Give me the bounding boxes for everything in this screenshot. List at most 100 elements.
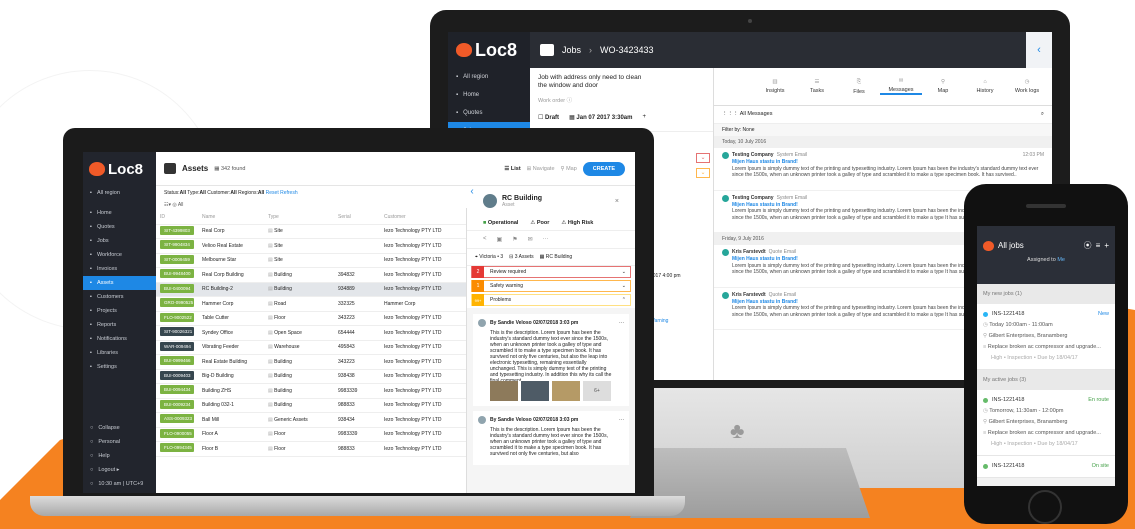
sidebar-item[interactable]: ▪ Home [83,206,156,220]
tab-history[interactable]: ⌂ History [964,79,1006,94]
asset-id-badge[interactable]: SIT-0009459 [160,254,194,264]
location-pin-icon[interactable]: ⦿ [1084,240,1092,251]
filter-label[interactable]: Filter by: None [714,124,1052,136]
job-date[interactable]: ▦ Jan 07 2017 3:30am [569,114,632,121]
table-row[interactable]: BUI-9948400 Real Corp Building ▤ Building 3… [156,268,466,283]
sidebar-item[interactable]: ▪ Projects [83,304,156,318]
table-row[interactable]: BUI-0400094 RC Building-2 ▤ Building 934889… [156,282,466,297]
add-icon[interactable]: + [1104,241,1109,250]
photo-thumbnail[interactable] [521,381,549,401]
more-icon[interactable]: ··· [543,236,549,243]
sidebar-item[interactable]: ▪ Workforce [83,248,156,262]
photo-thumbnail[interactable] [552,381,580,401]
table-row[interactable]: ASS-0009323 Ball Mill ▤ Generic Assets 9384… [156,413,466,428]
tab-messages[interactable]: ✉ Messages [880,78,922,95]
asset-id-badge[interactable]: FLO-9002522 [160,312,194,322]
column-header[interactable]: Serial [338,214,384,220]
asset-id-badge[interactable]: SIT-4399803 [160,225,194,235]
sidebar-item[interactable]: ▪ Jobs [83,234,156,248]
sidebar-item[interactable]: ○ 10:30 am | UTC+9 [83,477,156,491]
type-filter[interactable]: All [200,190,206,196]
table-row[interactable]: BUI-0094434 Building ZHS ▤ Building 9983339… [156,384,466,399]
add-person-button[interactable]: + [642,114,646,121]
view-all-toggle[interactable]: ☷▾ ◎ All [156,200,466,210]
sidebar-item[interactable]: ○ Personal [83,435,156,449]
more-icon[interactable]: ··· [619,320,624,326]
back-chevron-icon[interactable]: ‹ [466,186,478,208]
dropdown-chevron-icon[interactable]: ⌄ [696,168,710,178]
safety-warning-bar[interactable]: 1 Safety warning ⌄ [471,280,631,292]
asset-id-badge[interactable]: BUI-9948400 [160,269,194,279]
sidebar-item[interactable]: ▪ Notifications [83,332,156,346]
job-card[interactable]: INS-1221418 En route ◷ Tomorrow, 11:30am -… [977,390,1115,456]
asset-id-badge[interactable]: GRO-0990525 [160,298,194,308]
create-button[interactable]: CREATE [582,161,625,176]
status-draft[interactable]: ☐ Draft [538,114,559,121]
asset-id-badge[interactable]: ASS-0009323 [160,414,194,424]
building-crumb[interactable]: ▦ RC Building [540,254,573,260]
assigned-filter[interactable]: Assigned to Me [977,257,1115,263]
sidebar-item[interactable]: ▪ Quotes [83,220,156,234]
table-row[interactable]: BUI-0009234 Building 032-1 ▤ Building 98883… [156,399,466,413]
job-card[interactable]: INS-1221418 On site [977,456,1115,478]
table-row[interactable]: BUI-0009403 Big-D Building ▤ Building 93843… [156,370,466,384]
filter-icon[interactable]: ≡ [1096,241,1101,250]
column-header[interactable]: Name [202,214,268,220]
sidebar-item[interactable]: ▪ All region [448,68,530,86]
photo-thumbnail[interactable] [490,381,518,401]
asset-id-badge[interactable]: BUI-0400094 [160,283,194,293]
table-row[interactable]: SIT-9904834 Velioo Real Estate ▤ Site Iezo … [156,239,466,254]
regions-filter[interactable]: All [258,190,264,196]
home-button[interactable] [1028,490,1062,524]
asset-id-badge[interactable]: SIT-9904834 [160,240,194,250]
flag-icon[interactable]: ⚑ [512,236,517,243]
table-row[interactable]: SIT-0009459 Melbourne Star ▤ Site Iezo Tech… [156,254,466,268]
table-row[interactable]: WAR-009494 Vibrating Feeder ▤ Warehouse 495… [156,341,466,355]
share-icon[interactable]: < [483,236,487,243]
search-icon[interactable]: ⌕ [1041,111,1044,118]
sidebar-item[interactable]: ▪ All region [83,186,156,200]
breadcrumb-jobs[interactable]: Jobs [562,45,581,55]
column-header[interactable]: ID [156,214,202,220]
more-photos[interactable]: 6+ [583,381,611,401]
asset-id-badge[interactable]: BUI-0094434 [160,385,194,395]
asset-id-badge[interactable]: FLO-0900055 [160,428,194,438]
tab-insights[interactable]: ▥ Insights [754,79,796,94]
sidebar-item[interactable]: ▪ Home [448,86,530,104]
image-icon[interactable]: ▣ [497,236,503,243]
sidebar-item[interactable]: ▪ Assets [83,276,156,290]
asset-id-badge[interactable]: SIT-90026321 [160,327,194,337]
table-row[interactable]: FLO-0900055 Floor A ▤ Floor 9983339 Iezo Tec… [156,428,466,442]
tab-files[interactable]: ⎘ Files [838,79,880,95]
asset-id-badge[interactable]: BUI-0009403 [160,370,194,380]
refresh-link[interactable]: Refresh [280,190,298,196]
sidebar-item[interactable]: ▪ Invoices [83,262,156,276]
asset-id-badge[interactable]: WAR-009494 [160,341,194,351]
sidebar-item[interactable]: ▪ Customers [83,290,156,304]
sidebar-item[interactable]: ▪ Quotes [448,104,530,122]
assets-crumb[interactable]: ⊟ 3 Assets [509,254,534,260]
sidebar-item[interactable]: ○ Collapse [83,421,156,435]
location-crumb[interactable]: ⌖ Victoria • 3 [475,254,503,260]
table-row[interactable]: BUI-0999466 Real Estate Building ▤ Buildin… [156,355,466,370]
sidebar-item[interactable]: ▪ Libraries [83,346,156,360]
dropdown-chevron-icon[interactable]: ⌄ [696,153,710,163]
table-row[interactable]: GRO-0990525 Hammer Corp ▤ Road 332325 Hammer… [156,297,466,312]
table-row[interactable]: SIT-4399803 Real Corp ▤ Site Iezo Technolog… [156,225,466,239]
tab-tasks[interactable]: ☰ Tasks [796,79,838,94]
asset-id-badge[interactable]: BUI-0999466 [160,356,194,366]
all-messages-filter[interactable]: ⋮⋮⋮ All Messages [722,111,772,118]
column-header[interactable]: Customer [384,214,464,220]
navigate-view-button[interactable]: ⊞ Navigate [527,166,555,172]
table-row[interactable]: FLO-9002522 Table Cutter ▤ Floor 343223 Iezo… [156,312,466,326]
customer-filter[interactable]: All [230,190,236,196]
status-filter[interactable]: All [180,190,186,196]
sidebar-item[interactable]: ▪ Settings [83,360,156,374]
review-required-bar[interactable]: 2 Review required ⌄ [471,266,631,278]
table-row[interactable]: FLO-0994345 Floor B ▤ Floor 988833 Iezo Tech… [156,442,466,457]
table-row[interactable]: SIT-90026321 Syndey Office ▤ Open Space 654… [156,326,466,341]
map-view-button[interactable]: ⚲ Map [561,166,577,172]
collapse-panel-button[interactable]: ‹ [1026,32,1052,68]
asset-id-badge[interactable]: FLO-0994345 [160,443,194,453]
reset-link[interactable]: Reset [266,190,279,196]
